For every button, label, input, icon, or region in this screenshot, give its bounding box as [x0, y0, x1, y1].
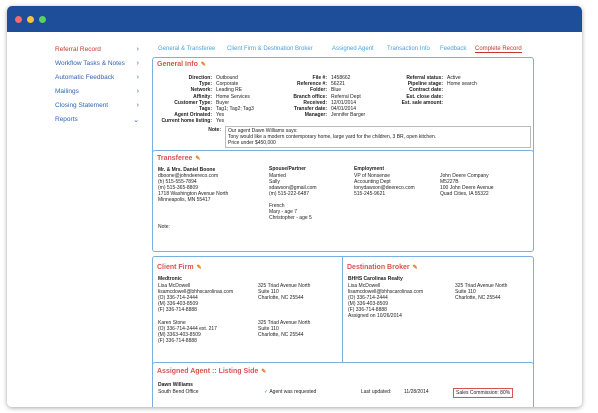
spouse-line: Christopher - age 5 — [269, 215, 312, 221]
agent-requested: ✓ Agent was requested — [264, 389, 317, 395]
general-info-title: General Info ✎ — [157, 61, 206, 68]
spouse-title: Spouse/Partner — [269, 166, 306, 172]
sidebar-item-label: Reports — [55, 116, 78, 123]
agent-name: Dawn Williams — [158, 382, 193, 388]
employment-title: Employment — [354, 166, 385, 172]
sidebar-item-label: Closing Statement — [55, 102, 109, 109]
close-window-button[interactable] — [15, 16, 22, 23]
sidebar-item-automatic-feedback[interactable]: Automatic Feedback › — [55, 74, 143, 86]
sidebar-item-workflow[interactable]: Workflow Tasks & Notes › — [55, 60, 143, 72]
general-note-box: Our agent Dawn Williams says: Tony would… — [225, 126, 531, 148]
chevron-right-icon: › — [136, 74, 139, 81]
tab-assigned-agent[interactable]: Assigned Agent — [332, 46, 374, 52]
client-address-line: Charlotte, NC 25544 — [258, 295, 304, 301]
tab-transaction-info[interactable]: Transaction Info — [387, 46, 430, 52]
client-contact-line: (F) 336-714-8888 — [158, 307, 197, 313]
client-contact-line: (F) 336-714-8888 — [158, 338, 197, 344]
assigned-agent-panel: Assigned Agent :: Listing Side ✎ Dawn Wil… — [152, 362, 534, 407]
sidebar-item-closing-statement[interactable]: Closing Statement › — [55, 102, 143, 114]
general-field-label: Current home listing: — [161, 118, 212, 125]
last-updated-value: 11/28/2014 — [404, 389, 429, 395]
tab-feedback[interactable]: Feedback — [440, 46, 466, 52]
sidebar-item-mailings[interactable]: Mailings › — [55, 88, 143, 100]
broker-firm-name: BHHS Carolinas Realty — [348, 276, 403, 282]
tab-complete-record[interactable]: Complete Record — [475, 46, 522, 53]
general-field-value: Jennifer Barger — [331, 112, 366, 119]
sidebar-item-label: Mailings — [55, 88, 79, 95]
client-address-line: Charlotte, NC 25544 — [258, 332, 304, 338]
app-window: Referral Record › Workflow Tasks & Notes… — [7, 6, 582, 407]
client-firm-title: Client Firm ✎ — [157, 264, 202, 271]
title-bar — [7, 6, 582, 32]
sidebar-item-label: Workflow Tasks & Notes — [55, 60, 125, 67]
transferee-panel: Transferee ✎ Mr. & Mrs. Daniel Boone dboo… — [152, 150, 534, 252]
general-field-value: Home search — [447, 81, 477, 88]
note-line: Price under $450,000 — [228, 140, 276, 146]
last-updated-label: Last updated: — [361, 389, 392, 395]
tab-client-firm-broker[interactable]: Client Firm & Destination Broker — [227, 46, 313, 52]
broker-assigned-date: Assigned on 10/26/2014 — [348, 313, 402, 319]
transferee-note-label: Note: — [158, 224, 170, 230]
sidebar-item-referral-record[interactable]: Referral Record › — [55, 46, 143, 58]
destination-broker-title: Destination Broker ✎ — [347, 264, 418, 271]
sales-commission: Sales Commission: 80% — [453, 388, 514, 398]
chevron-right-icon: › — [136, 46, 139, 53]
edit-pencil-icon[interactable]: ✎ — [197, 265, 202, 271]
note-label: Note: — [208, 127, 221, 133]
edit-pencil-icon[interactable]: ✎ — [201, 62, 206, 68]
transferee-contact-line: Minneapolis, MN 55417 — [158, 197, 211, 203]
general-field-value: Yes — [216, 118, 225, 125]
main-content: General & Transferee Client Firm & Desti… — [147, 32, 582, 407]
chevron-right-icon: › — [136, 102, 139, 109]
sidebar-item-label: Automatic Feedback — [55, 74, 115, 81]
general-field-label: Manager: — [304, 112, 327, 119]
employment-line: 515-245-9621 — [354, 191, 386, 197]
sidebar-item-reports[interactable]: Reports ⌄ — [55, 116, 143, 128]
spouse-line: (m) 515-222-6487 — [269, 191, 310, 197]
client-firm-name: Medtronic — [158, 276, 182, 282]
sidebar: Referral Record › Workflow Tasks & Notes… — [7, 32, 145, 407]
employer-line: Quad Cities, IA 55322 — [440, 191, 489, 197]
transferee-title: Transferee ✎ — [157, 155, 201, 162]
chevron-right-icon: › — [136, 60, 139, 67]
edit-pencil-icon[interactable]: ✎ — [195, 156, 200, 162]
maximize-window-button[interactable] — [39, 16, 46, 23]
assigned-agent-title: Assigned Agent :: Listing Side ✎ — [157, 368, 267, 375]
broker-address-line: Charlotte, NC 25544 — [455, 295, 501, 301]
edit-pencil-icon[interactable]: ✎ — [261, 369, 266, 375]
chevron-down-icon: ⌄ — [133, 117, 139, 124]
edit-pencil-icon[interactable]: ✎ — [413, 265, 418, 271]
sidebar-item-label: Referral Record — [55, 46, 101, 53]
agent-office: South Bend Office — [158, 389, 199, 395]
record-tabs: General & Transferee Client Firm & Desti… — [147, 46, 582, 56]
minimize-window-button[interactable] — [27, 16, 34, 23]
checkmark-icon: ✓ — [264, 389, 269, 395]
general-field-label: Est. sale amount: — [401, 99, 443, 106]
chevron-right-icon: › — [136, 88, 139, 95]
tab-general-transferee[interactable]: General & Transferee — [158, 46, 215, 52]
